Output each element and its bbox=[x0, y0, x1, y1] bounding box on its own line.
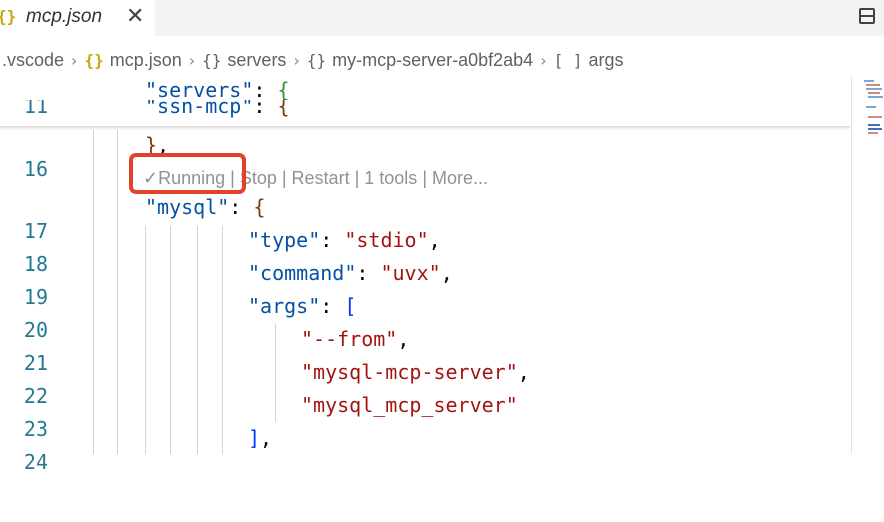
vertical-scrollbar[interactable] bbox=[851, 76, 852, 454]
code-text: ], bbox=[248, 426, 273, 450]
minimap-line bbox=[864, 80, 874, 82]
minimap-line bbox=[868, 128, 882, 130]
breadcrumb: .vscode › {} mcp.json › {} servers › {} … bbox=[0, 46, 884, 74]
code-text: "mysql_mcp_server" bbox=[301, 393, 518, 417]
tab-mcp-json[interactable]: {} mcp.json ✕ bbox=[0, 0, 155, 36]
toggle-panel-icon[interactable] bbox=[859, 8, 875, 24]
array-brackets-icon: [ ] bbox=[553, 50, 583, 70]
codelens-more[interactable]: More... bbox=[432, 168, 488, 189]
breadcrumb-my-mcp-server[interactable]: {} my-mcp-server-a0bf2ab4 bbox=[307, 50, 533, 71]
code-line[interactable]: 18 "type": "stdio", bbox=[0, 228, 850, 276]
codelens-separator: | bbox=[422, 167, 427, 188]
minimap-line bbox=[868, 124, 880, 126]
code-text: "ssn-mcp": { bbox=[145, 100, 290, 118]
codelens-separator: | bbox=[281, 167, 287, 188]
breadcrumb-args[interactable]: [ ] args bbox=[554, 50, 624, 71]
codelens-restart[interactable]: Restart bbox=[292, 168, 350, 189]
line-number: 11 bbox=[23, 100, 48, 118]
codelens-tools[interactable]: 1 tools bbox=[364, 168, 417, 189]
code-line[interactable]: 16 }, bbox=[0, 133, 850, 181]
breadcrumb-label: servers bbox=[227, 49, 287, 70]
code-text: "--from", bbox=[301, 327, 410, 351]
breadcrumb-label: .vscode bbox=[2, 49, 65, 70]
code-line[interactable]: 20 "args": [ bbox=[0, 294, 850, 342]
breadcrumb-label: my-mcp-server-a0bf2ab4 bbox=[332, 49, 534, 70]
codelens-separator: | bbox=[354, 167, 360, 188]
code-text: "servers": { bbox=[145, 78, 290, 102]
line-number: 16 bbox=[23, 157, 48, 181]
sticky-line[interactable]: 3 "servers": { bbox=[0, 78, 850, 126]
code-editor[interactable]: 3 "servers": { 11 "ssn-mcp": { 16 }, ✓Ru… bbox=[0, 76, 884, 474]
minimap[interactable] bbox=[862, 76, 884, 156]
code-text: "mysql-mcp-server", bbox=[301, 360, 530, 384]
breadcrumb-label: args bbox=[588, 49, 624, 70]
object-braces-icon: {} bbox=[202, 50, 222, 70]
sticky-scroll-shadow bbox=[0, 126, 850, 130]
code-line[interactable]: 21 "--from", bbox=[0, 327, 850, 375]
code-text: "command": "uvx", bbox=[248, 261, 453, 285]
breadcrumb-mcp-json[interactable]: {} mcp.json bbox=[84, 50, 181, 71]
json-braces-icon: {} bbox=[84, 50, 104, 70]
sticky-line[interactable]: 11 "ssn-mcp": { bbox=[0, 100, 850, 126]
code-line[interactable]: 19 "command": "uvx", bbox=[0, 261, 850, 309]
minimap-line bbox=[866, 88, 882, 90]
chevron-right-icon: › bbox=[293, 50, 300, 70]
minimap-line bbox=[868, 96, 883, 98]
code-text: "type": "stdio", bbox=[248, 228, 441, 252]
code-line[interactable]: 17 "mysql": { bbox=[0, 195, 850, 243]
code-line[interactable]: 23 "mysql_mcp_server" bbox=[0, 393, 850, 441]
minimap-line bbox=[868, 116, 882, 118]
close-icon[interactable]: ✕ bbox=[126, 4, 144, 29]
minimap-line bbox=[868, 132, 878, 134]
tab-bar: {} mcp.json ✕ bbox=[0, 0, 884, 36]
code-text: "args": [ bbox=[248, 294, 357, 318]
chevron-right-icon: › bbox=[188, 50, 196, 70]
chevron-right-icon: › bbox=[71, 50, 78, 70]
object-braces-icon: {} bbox=[306, 50, 327, 70]
tab-title: mcp.json bbox=[26, 6, 103, 27]
code-line[interactable]: 24 ], bbox=[0, 426, 850, 474]
minimap-line bbox=[868, 92, 880, 94]
chevron-right-icon: › bbox=[540, 50, 547, 70]
breadcrumb-servers[interactable]: {} servers bbox=[202, 50, 286, 71]
breadcrumb-label: mcp.json bbox=[109, 49, 182, 70]
code-line[interactable]: 22 "mysql-mcp-server", bbox=[0, 360, 850, 408]
code-text: "mysql": { bbox=[145, 195, 266, 219]
breadcrumb-vscode[interactable]: .vscode bbox=[2, 50, 64, 71]
json-braces-icon: {} bbox=[0, 7, 17, 26]
highlight-annotation-box bbox=[129, 153, 246, 194]
minimap-line bbox=[866, 106, 876, 108]
minimap-line bbox=[866, 84, 880, 86]
